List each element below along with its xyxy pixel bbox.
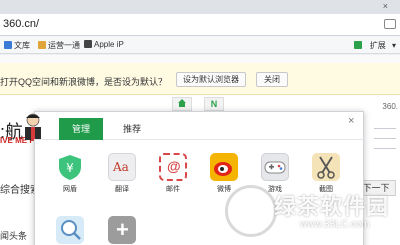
shield-icon: ¥ — [56, 153, 84, 181]
close-tab-button[interactable]: × — [383, 1, 388, 11]
app-add[interactable]: + — [102, 216, 142, 244]
mail-icon: @ — [159, 153, 187, 181]
infobar-close-button[interactable]: 关闭 — [256, 72, 288, 87]
toolbar-gap — [0, 55, 400, 63]
doc-icon — [4, 41, 12, 49]
browser-window: { "browser": { "tab_close": "×", "addres… — [0, 0, 400, 245]
scissors-icon — [312, 153, 340, 181]
page-right-edge — [370, 120, 400, 170]
app-screenshot[interactable]: 截图 — [306, 153, 346, 194]
bookmarks-bar: 文库 运营一通 Apple iP 扩展 ▾ — [0, 36, 400, 54]
extension-icon[interactable] — [353, 41, 362, 49]
home-icon — [178, 99, 186, 107]
folder-icon — [38, 41, 46, 49]
translate-icon: Aa — [108, 153, 136, 181]
expand-button[interactable]: 扩展 — [370, 41, 386, 50]
gamepad-icon — [261, 153, 289, 181]
bookmark-item[interactable]: Apple iP — [84, 40, 124, 49]
menu-dropdown-icon[interactable]: ▾ — [392, 41, 396, 50]
right-number: 360. — [382, 102, 398, 111]
magnifier-icon — [56, 216, 84, 244]
app-mail[interactable]: @ 邮件 — [153, 153, 193, 194]
apple-icon — [84, 40, 92, 48]
popup-tab-strip: 管理 推荐 — [34, 118, 364, 140]
bookmark-item[interactable]: 文库 — [4, 40, 30, 51]
news-label[interactable]: 闻头条 — [0, 229, 27, 242]
watermark-url: www.33LC.com — [300, 219, 370, 230]
tab-bar: × — [0, 0, 400, 14]
svg-text:¥: ¥ — [66, 161, 74, 175]
toolbar-right: 扩展 ▾ — [350, 40, 396, 51]
app-translate[interactable]: Aa 翻译 — [102, 153, 142, 194]
add-icon: + — [108, 216, 136, 244]
news-tab[interactable]: N — [204, 97, 224, 111]
home-tab[interactable] — [172, 97, 192, 111]
default-browser-infobar: 打开QQ空间和新浪微博，是否设为默认？ 设为默认浏览器 关闭 — [0, 63, 400, 95]
app-search[interactable] — [50, 216, 90, 244]
app-shield[interactable]: ¥ 网盾 — [50, 153, 90, 194]
address-bar[interactable]: 360.cn/ — [0, 14, 400, 36]
watermark-title: 绿茶软件园 — [274, 194, 390, 219]
watermark-logo — [225, 185, 277, 237]
address-text[interactable]: 360.cn/ — [3, 18, 39, 30]
tab-manage[interactable]: 管理 — [59, 118, 103, 140]
tab-recommend[interactable]: 推荐 — [120, 118, 144, 140]
set-default-browser-button[interactable]: 设为默认浏览器 — [176, 72, 246, 87]
bookmark-item[interactable]: 运营一通 — [38, 40, 80, 51]
popup-close-icon[interactable]: × — [348, 115, 354, 127]
infobar-message: 打开QQ空间和新浪微博，是否设为默认？ — [0, 77, 168, 87]
weibo-icon — [210, 153, 238, 181]
page-icon[interactable] — [384, 19, 396, 29]
